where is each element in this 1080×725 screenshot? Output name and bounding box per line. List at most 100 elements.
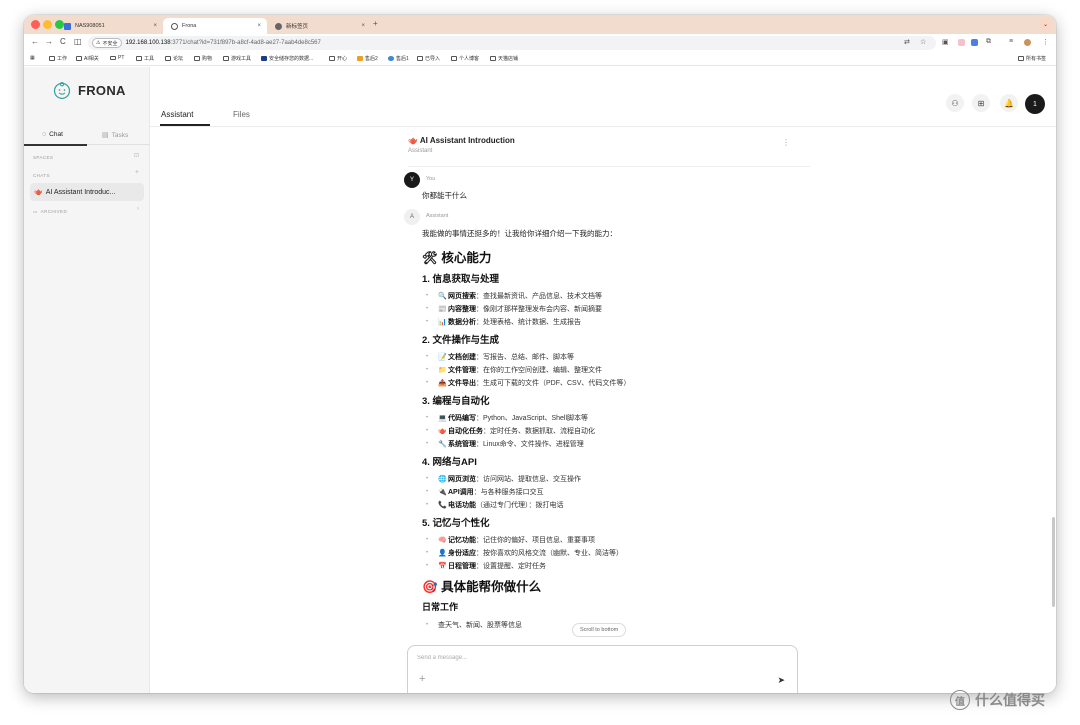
app-logo[interactable]: FRONA — [52, 80, 126, 100]
tab-assistant[interactable]: Assistant — [161, 110, 193, 119]
chevron-right-icon[interactable]: › — [137, 206, 139, 212]
bookmark-star-icon[interactable]: ☆ — [920, 38, 926, 46]
section-heading: 4. 网络与API — [422, 457, 477, 468]
item-title: 身份适应 — [448, 550, 476, 557]
bookmark-folder[interactable]: AI相关 — [76, 55, 99, 62]
item-title: 网页浏览 — [448, 476, 476, 483]
apps-grid-icon[interactable]: ▦ — [30, 55, 35, 61]
notification-bell-icon[interactable]: 🔔 — [1000, 94, 1018, 112]
all-bookmarks-folder[interactable]: 所有书签 — [1018, 55, 1046, 62]
extension-icon[interactable]: ▣ — [942, 38, 949, 46]
bookmark-folder[interactable]: PT — [110, 55, 124, 61]
sidebar: FRONA ◌ Chat ▤ Tasks SPACES ⊡ CHATS + 🫖 … — [24, 67, 150, 693]
close-window-button[interactable] — [31, 20, 40, 29]
scroll-to-bottom-button[interactable]: Scroll to bottom — [572, 623, 627, 637]
item-description: ：定时任务、数据抓取、流程自动化 — [483, 428, 595, 435]
profile-icon[interactable] — [1024, 39, 1031, 46]
warning-icon: ⚠ — [96, 40, 101, 46]
folder-icon — [165, 56, 171, 61]
new-tab-button[interactable]: + — [373, 19, 378, 28]
bookmark-link[interactable]: 安全储存您的数据... — [261, 55, 313, 62]
browser-tab-frona[interactable]: Frona × — [163, 18, 267, 34]
item-emoji-icon: 🔌 — [438, 489, 447, 496]
conversation-title: 🫖 AI Assistant Introduction — [408, 136, 515, 145]
tab-files[interactable]: Files — [233, 110, 250, 119]
bookmark-link[interactable]: 售后1 — [388, 55, 409, 62]
close-tab-icon[interactable]: × — [257, 23, 261, 29]
bookmark-folder[interactable]: 工作 — [49, 55, 67, 62]
item-title: 文档创建 — [448, 354, 476, 361]
close-tab-icon[interactable]: × — [153, 23, 157, 29]
assistant-message: 我能做的事情还挺多的！让我给你详细介绍一下我的能力： 🛠 核心能力 1. 信息获… — [422, 228, 812, 635]
apps-grid-icon[interactable]: ⊞ — [972, 94, 990, 112]
back-button[interactable]: ← — [31, 37, 39, 46]
teapot-icon: 🫖 — [408, 136, 418, 145]
item-emoji-icon: 🌐 — [438, 476, 447, 483]
side-panel-button[interactable]: ◫ — [74, 37, 82, 46]
ability-list: 🧠记忆功能：记住你的偏好、项目信息、重要事项👤身份适应：按你喜欢的风格交流（幽默… — [422, 534, 812, 573]
item-emoji-icon: 💻 — [438, 415, 447, 422]
folder-icon — [194, 56, 200, 61]
browser-tab-nas[interactable]: NAS908051 × — [56, 18, 163, 34]
sidebar-item-chat[interactable]: 🫖 AI Assistant Introduc... — [30, 183, 144, 201]
bookmark-link[interactable]: 售后2 — [357, 55, 378, 62]
reload-button[interactable]: C — [60, 37, 66, 46]
more-menu-icon[interactable]: ⋮ — [1042, 38, 1049, 46]
bookmark-folder[interactable]: 论坛 — [165, 55, 183, 62]
folder-icon — [223, 56, 229, 61]
url-bar[interactable]: ⚠ 不安全 192.168.100.138:3771/chat?id=731f89… — [88, 36, 936, 50]
item-emoji-icon: 🔧 — [438, 441, 447, 448]
scrollbar[interactable] — [1052, 517, 1055, 607]
item-description: ：像刚才那样整理发布会内容、新闻摘要 — [476, 306, 602, 313]
extension-icon[interactable] — [971, 39, 978, 46]
tab-search-button[interactable]: ⌄ — [1039, 18, 1052, 31]
sidebar-tabs: ◌ Chat ▤ Tasks — [24, 129, 150, 146]
item-description: ：处理表格、统计数据、生成报告 — [476, 319, 581, 326]
assistant-avatar: A — [404, 209, 420, 225]
message-composer: + ➤ — [407, 645, 798, 693]
bookmark-folder[interactable]: 工具 — [136, 55, 154, 62]
translate-icon[interactable]: ⇄ — [904, 38, 910, 46]
extensions-puzzle-icon[interactable]: ⧉ — [986, 38, 991, 46]
reading-list-icon[interactable]: ≡ — [1009, 38, 1013, 45]
heading-what-i-can-do: 🎯 具体能帮你做什么 — [422, 580, 542, 594]
bookmark-folder[interactable]: 购物 — [194, 55, 212, 62]
list-item: 📰内容整理：像刚才那样整理发布会内容、新闻摘要 — [422, 303, 812, 316]
close-tab-icon[interactable]: × — [361, 23, 365, 29]
bookmark-folder[interactable]: 已导入 — [417, 55, 440, 62]
minimize-window-button[interactable] — [43, 20, 52, 29]
item-title: 数据分析 — [448, 319, 476, 326]
site-favicon-icon — [261, 56, 267, 61]
item-title: 电话功能 — [448, 502, 476, 509]
list-item: 📁文件管理：在你的工作空间创建、编辑、整理文件 — [422, 364, 812, 377]
item-title: 自动化任务 — [448, 428, 483, 435]
extension-icon[interactable] — [958, 39, 965, 46]
item-emoji-icon: 🧠 — [438, 537, 447, 544]
item-description: ：与各种服务接口交互 — [473, 489, 544, 496]
message-input[interactable] — [417, 652, 717, 664]
item-description: ：写报告、总结、邮件、脚本等 — [476, 354, 574, 361]
bookmark-folder[interactable]: 游戏工具 — [223, 55, 251, 62]
browser-tab-newtab[interactable]: 新标签页 × — [267, 18, 371, 34]
nas-favicon-icon — [64, 22, 71, 30]
forward-button[interactable]: → — [45, 37, 53, 46]
user-avatar[interactable]: 1 — [1025, 94, 1045, 114]
new-chat-plus-icon[interactable]: + — [135, 169, 139, 176]
item-description: ：记住你的偏好、项目信息、重要事项 — [476, 537, 595, 544]
bookmark-folder[interactable]: 天猫店铺 — [490, 55, 518, 62]
bookmark-folder[interactable]: 个人博客 — [451, 55, 479, 62]
send-icon[interactable]: ➤ — [777, 675, 785, 686]
tab-tasks[interactable]: ▤ Tasks — [102, 131, 128, 140]
item-description: ：Linux命令、文件操作、进程管理 — [476, 441, 584, 448]
more-options-icon[interactable]: ⋮ — [782, 138, 790, 147]
chat-icon: ◌ — [42, 131, 47, 138]
agents-icon[interactable]: ⚇ — [946, 94, 964, 112]
tab-chat[interactable]: ◌ Chat — [42, 131, 63, 138]
item-emoji-icon: 📞 — [438, 502, 447, 509]
section-heading: 1. 信息获取与处理 — [422, 274, 500, 285]
archived-section[interactable]: ▭ ARCHIVED — [33, 209, 67, 215]
security-chip[interactable]: ⚠ 不安全 — [92, 38, 122, 48]
add-space-icon[interactable]: ⊡ — [134, 152, 139, 159]
attach-plus-icon[interactable]: + — [419, 673, 425, 685]
bookmark-folder[interactable]: 开心 — [329, 55, 347, 62]
